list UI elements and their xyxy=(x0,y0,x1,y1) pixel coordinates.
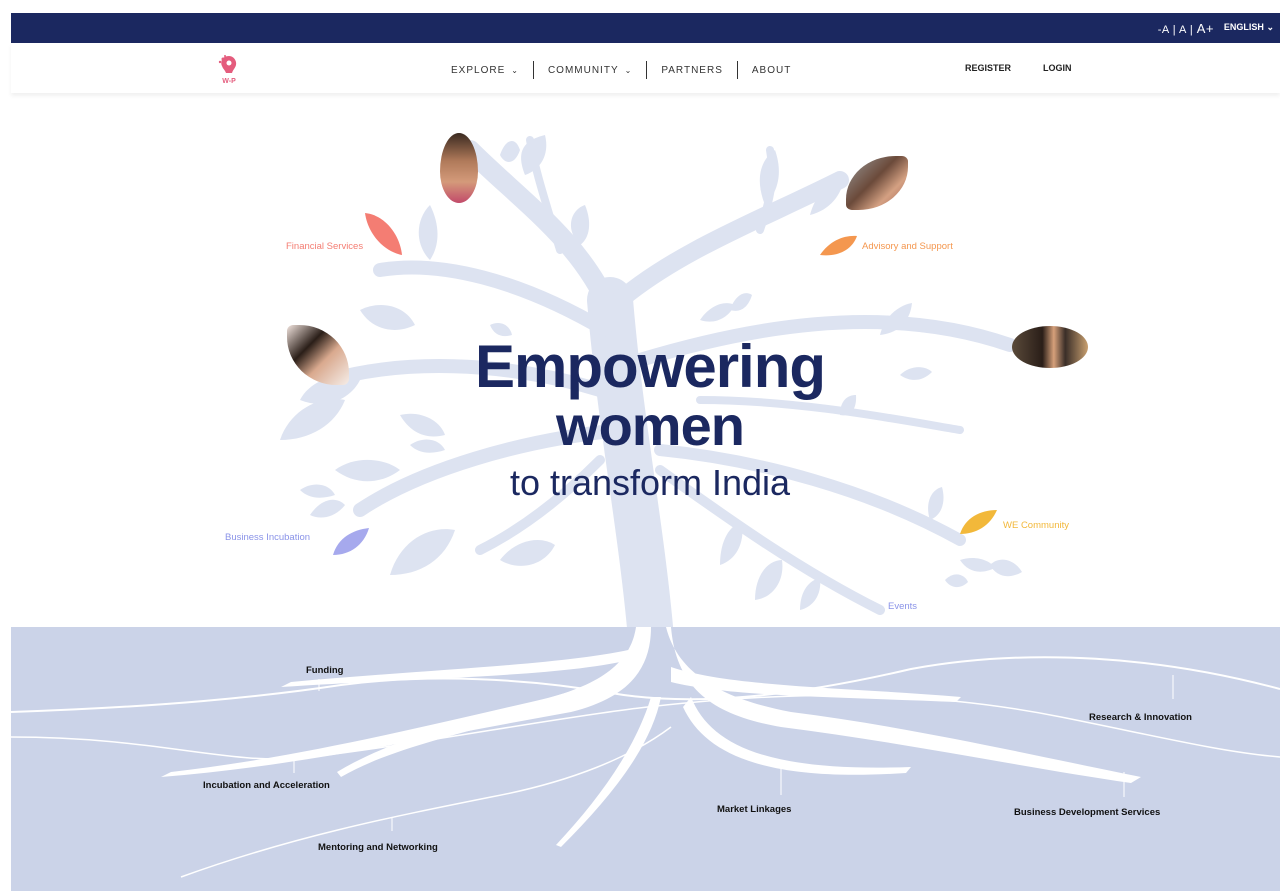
language-label: ENGLISH xyxy=(1223,22,1264,32)
roots-section: Funding Incubation and Acceleration Ment… xyxy=(11,627,1280,891)
root-funding[interactable]: Funding xyxy=(306,665,343,676)
chevron-down-icon: ⌄ xyxy=(1266,22,1274,32)
font-separator: | xyxy=(1172,24,1177,36)
nav-partners[interactable]: PARTNERS xyxy=(647,65,737,76)
hero-title-line1: Empowering xyxy=(474,333,826,400)
incubation-leaf-icon xyxy=(333,528,369,555)
register-link[interactable]: REGISTER xyxy=(965,63,1011,73)
font-increase-button[interactable]: A+ xyxy=(1197,21,1214,36)
root-research-innovation[interactable]: Research & Innovation xyxy=(1089,712,1192,723)
site-logo[interactable]: W-P xyxy=(216,53,242,87)
branch-events[interactable]: Events xyxy=(888,601,917,612)
community-leaf-icon xyxy=(960,510,997,534)
nav-community-label: COMMUNITY xyxy=(547,64,619,76)
nav-explore[interactable]: EXPLORE ⌄ xyxy=(437,65,533,76)
font-separator: | xyxy=(1189,24,1194,36)
top-utility-bar: -A | A | A+ ENGLISH ⌄ xyxy=(11,13,1280,43)
nav-partners-label: PARTNERS xyxy=(661,64,723,76)
root-incubation-acceleration[interactable]: Incubation and Acceleration xyxy=(203,780,330,791)
font-size-controls: -A | A | A+ xyxy=(1158,21,1214,36)
font-decrease-button[interactable]: -A xyxy=(1158,24,1169,36)
primary-menu: EXPLORE ⌄ COMMUNITY ⌄ PARTNERS ABOUT xyxy=(437,61,805,79)
chevron-down-icon: ⌄ xyxy=(624,65,633,75)
portrait-woman-4 xyxy=(1012,326,1088,368)
branch-business-incubation[interactable]: Business Incubation xyxy=(225,532,310,543)
financial-leaf-icon xyxy=(365,213,402,255)
root-market-linkages[interactable]: Market Linkages xyxy=(717,804,791,815)
branch-we-community[interactable]: WE Community xyxy=(1003,520,1069,531)
roots-illustration xyxy=(11,627,1280,878)
hero-subtitle: to transform India xyxy=(509,462,791,503)
advisory-leaf-icon xyxy=(820,235,857,256)
hero-title-line2: women xyxy=(556,394,745,457)
nav-explore-label: EXPLORE xyxy=(451,64,506,76)
logo-icon: W-P xyxy=(218,55,237,85)
font-normal-button[interactable]: A xyxy=(1179,24,1186,36)
chevron-down-icon: ⌄ xyxy=(511,65,519,75)
main-navbar: W-P EXPLORE ⌄ COMMUNITY ⌄ PARTNERS ABOUT… xyxy=(11,43,1280,93)
login-link[interactable]: LOGIN xyxy=(1043,63,1072,73)
branch-financial-services[interactable]: Financial Services xyxy=(286,241,363,252)
nav-about-label: ABOUT xyxy=(751,64,792,76)
nav-about[interactable]: ABOUT xyxy=(738,65,805,76)
root-business-development[interactable]: Business Development Services xyxy=(1014,807,1160,818)
svg-text:W-P: W-P xyxy=(222,78,236,85)
language-selector[interactable]: ENGLISH ⌄ xyxy=(1224,22,1274,33)
portrait-woman-1 xyxy=(440,133,478,203)
branch-advisory-support[interactable]: Advisory and Support xyxy=(862,241,953,252)
nav-community[interactable]: COMMUNITY ⌄ xyxy=(534,65,646,76)
root-mentoring-networking[interactable]: Mentoring and Networking xyxy=(318,842,438,853)
